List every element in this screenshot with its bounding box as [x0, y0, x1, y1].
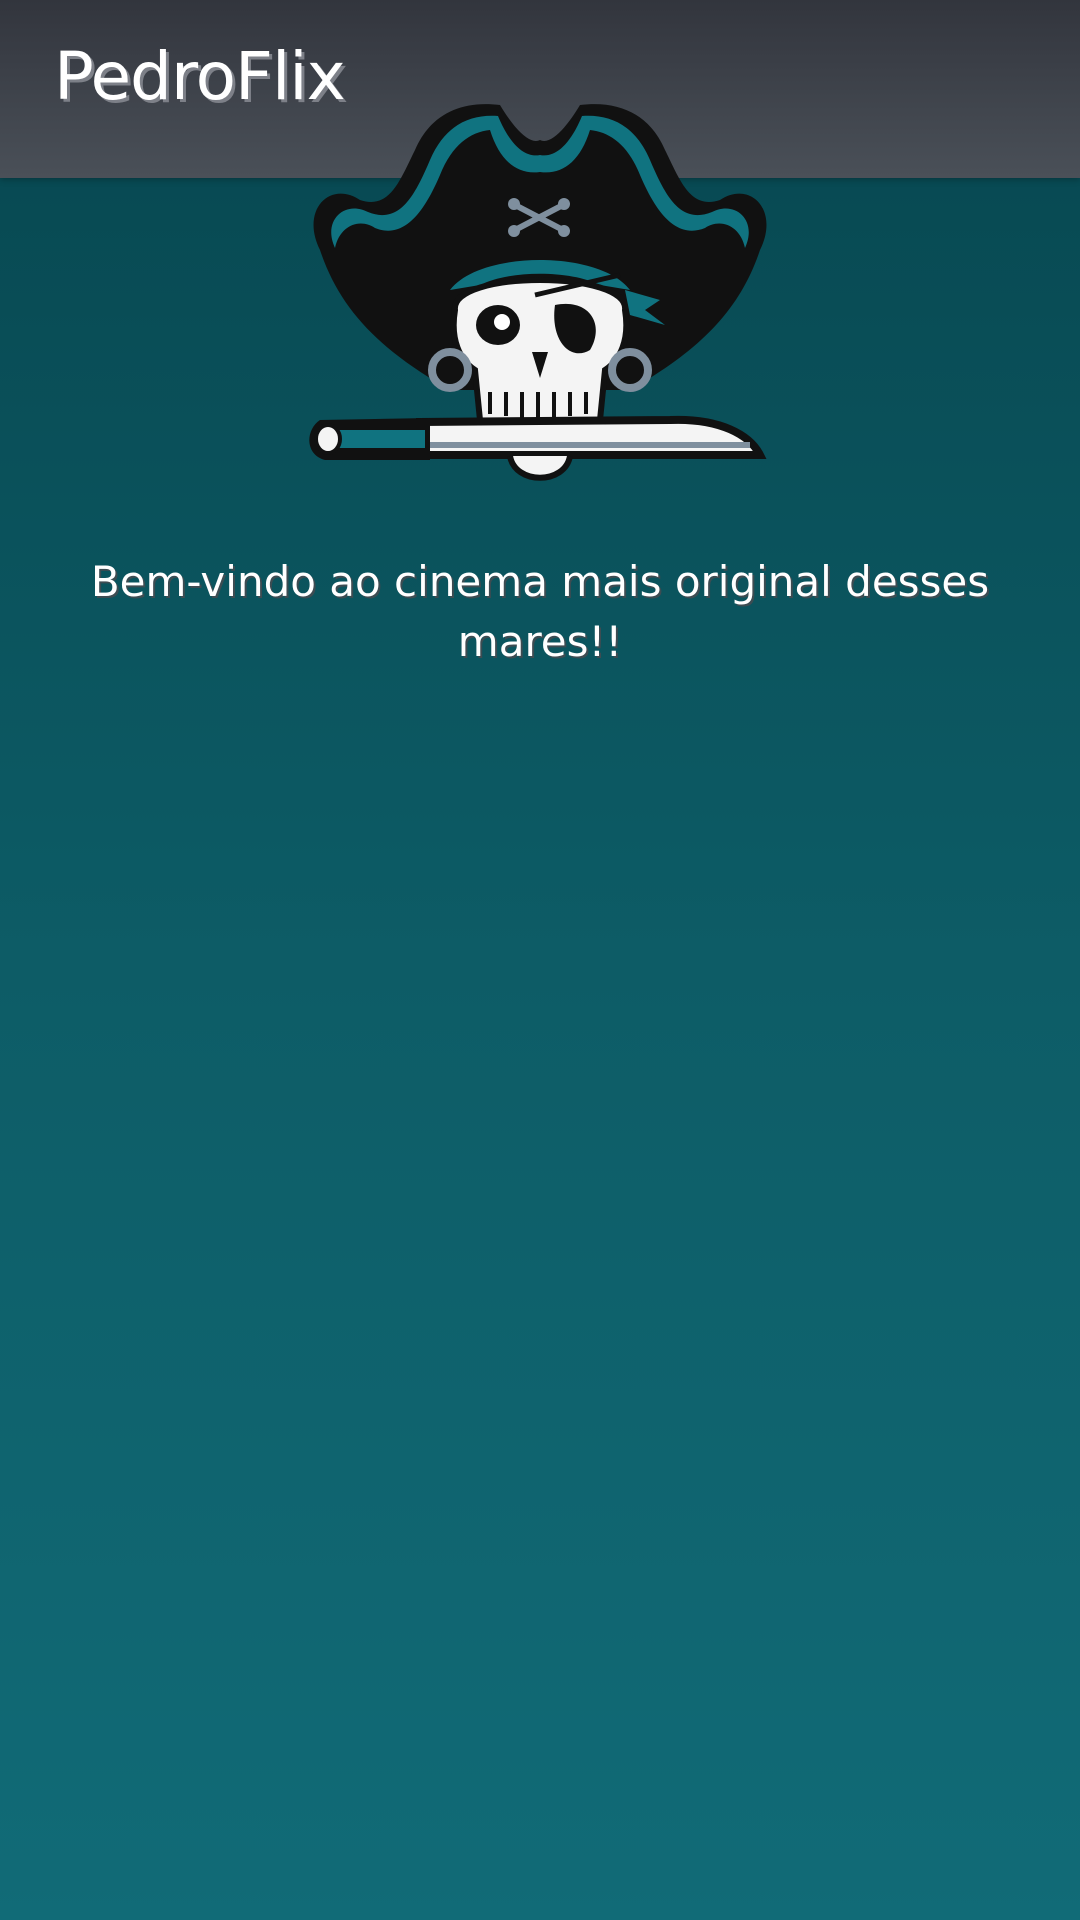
pirate-logo-icon [300, 100, 780, 500]
welcome-message: Bem-vindo ao cinema mais original desses… [90, 557, 990, 666]
